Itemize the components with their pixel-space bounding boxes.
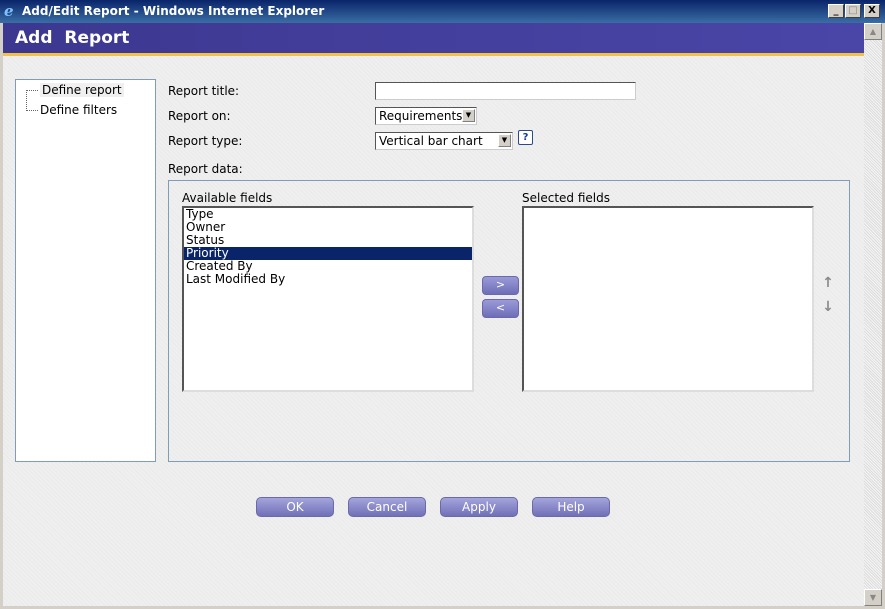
report-data-label: Report data: — [168, 162, 243, 176]
report-title-input[interactable] — [375, 82, 636, 100]
window-title: Add/Edit Report - Windows Internet Explo… — [22, 4, 325, 18]
arrow-up-icon[interactable]: ↑ — [821, 276, 835, 290]
navigation-tree: Define report Define filters — [15, 79, 156, 462]
report-type-select[interactable]: Vertical bar chart ▼ — [375, 132, 513, 150]
remove-field-button[interactable]: < — [482, 299, 519, 318]
help-icon[interactable]: ? — [518, 130, 533, 145]
maximize-button[interactable]: □ — [845, 4, 861, 18]
page-title: Add Report — [15, 28, 130, 48]
minimize-button[interactable]: _ — [828, 4, 844, 18]
tree-item-define-report[interactable]: Define report — [24, 83, 124, 97]
list-item[interactable]: Owner — [184, 221, 472, 234]
scroll-up-button[interactable]: ▲ — [864, 23, 882, 40]
ok-button[interactable]: OK — [256, 497, 334, 517]
help-button[interactable]: Help — [532, 497, 610, 517]
window-titlebar: e Add/Edit Report - Windows Internet Exp… — [0, 0, 885, 23]
report-on-label: Report on: — [168, 109, 231, 123]
selected-fields-list[interactable] — [522, 206, 814, 392]
report-on-select[interactable]: Requirements ▼ — [375, 107, 477, 125]
tree-branch-line — [26, 90, 38, 91]
available-fields-label: Available fields — [182, 191, 273, 205]
report-type-value: Vertical bar chart — [379, 134, 483, 148]
page-header: Add Report — [3, 23, 864, 56]
report-on-value: Requirements — [379, 109, 463, 123]
list-item[interactable]: Last Modified By — [184, 273, 472, 286]
cancel-button[interactable]: Cancel — [348, 497, 426, 517]
tree-item-define-filters[interactable]: Define filters — [24, 103, 117, 117]
add-field-button[interactable]: > — [482, 276, 519, 295]
report-data-panel: Available fields Type Owner Status Prior… — [168, 180, 850, 462]
chevron-down-icon[interactable]: ▼ — [462, 109, 475, 122]
scroll-down-button[interactable]: ▼ — [864, 589, 882, 606]
report-title-label: Report title: — [168, 84, 240, 98]
close-button[interactable]: X — [864, 4, 880, 18]
chevron-down-icon[interactable]: ▼ — [498, 134, 511, 147]
selected-fields-label: Selected fields — [522, 191, 610, 205]
dialog-content: Define report Define filters Report titl… — [3, 56, 864, 606]
tree-branch-line — [26, 110, 38, 111]
internet-explorer-icon: e — [4, 2, 14, 20]
tree-item-label: Define filters — [40, 103, 118, 117]
vertical-scrollbar[interactable]: ▲ ▼ — [864, 23, 882, 606]
report-type-label: Report type: — [168, 134, 243, 148]
available-fields-list[interactable]: Type Owner Status Priority Created By La… — [182, 206, 474, 392]
tree-item-label: Define report — [40, 83, 124, 97]
arrow-down-icon[interactable]: ↓ — [821, 300, 835, 314]
apply-button[interactable]: Apply — [440, 497, 518, 517]
list-item[interactable]: Type — [184, 208, 472, 221]
